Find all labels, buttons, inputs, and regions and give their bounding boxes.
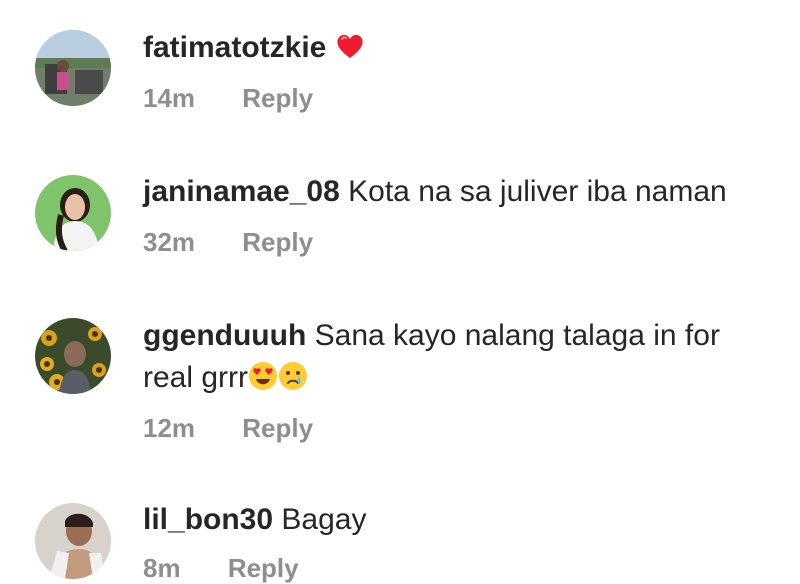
avatar[interactable]: [35, 503, 111, 579]
comment-time: 8m: [143, 553, 181, 583]
reply-button[interactable]: Reply: [228, 553, 299, 584]
comment-meta: 12m Reply: [143, 413, 780, 444]
comment-text: Kota na sa juliver iba naman: [348, 175, 727, 208]
comment-line: fatimatotzkie: [143, 27, 780, 69]
comment-line: janinamae_08 Kota na sa juliver iba nama…: [143, 171, 780, 213]
comment-time: 12m: [143, 413, 196, 443]
comment-username[interactable]: janinamae_08: [143, 175, 340, 208]
avatar[interactable]: [35, 175, 111, 251]
avatar-image: [35, 503, 111, 579]
comment-text: Sana kayo nalang talaga in for: [314, 319, 720, 352]
crying-face-icon: [278, 361, 308, 391]
avatar[interactable]: [35, 318, 111, 394]
comment-line-continued: real grrr: [143, 357, 780, 399]
avatar-image: [35, 318, 111, 394]
reply-button[interactable]: Reply: [242, 83, 313, 114]
comment-meta: 32m Reply: [143, 227, 780, 258]
comment-line: ggenduuuh Sana kayo nalang talaga in for: [143, 315, 780, 357]
reply-button[interactable]: Reply: [242, 413, 313, 444]
comment-username[interactable]: fatimatotzkie: [143, 31, 326, 64]
reply-button[interactable]: Reply: [242, 227, 313, 258]
comment-line: lil_bon30 Bagay: [143, 499, 780, 541]
comment-text-continued: real grrr: [143, 361, 249, 394]
comment-meta: 8m Reply: [143, 553, 780, 584]
red-heart-icon: [335, 31, 365, 61]
comment-time: 32m: [143, 227, 196, 257]
avatar-image: [35, 30, 111, 106]
comment-meta: 14m Reply: [143, 83, 780, 114]
avatar[interactable]: [35, 30, 111, 106]
comment-time: 14m: [143, 83, 196, 113]
avatar-image: [35, 175, 111, 251]
comment-text: Bagay: [281, 503, 367, 536]
heart-eyes-face-icon: [248, 361, 278, 391]
comment-username[interactable]: lil_bon30: [143, 503, 273, 536]
comment-username[interactable]: ggenduuuh: [143, 319, 306, 352]
